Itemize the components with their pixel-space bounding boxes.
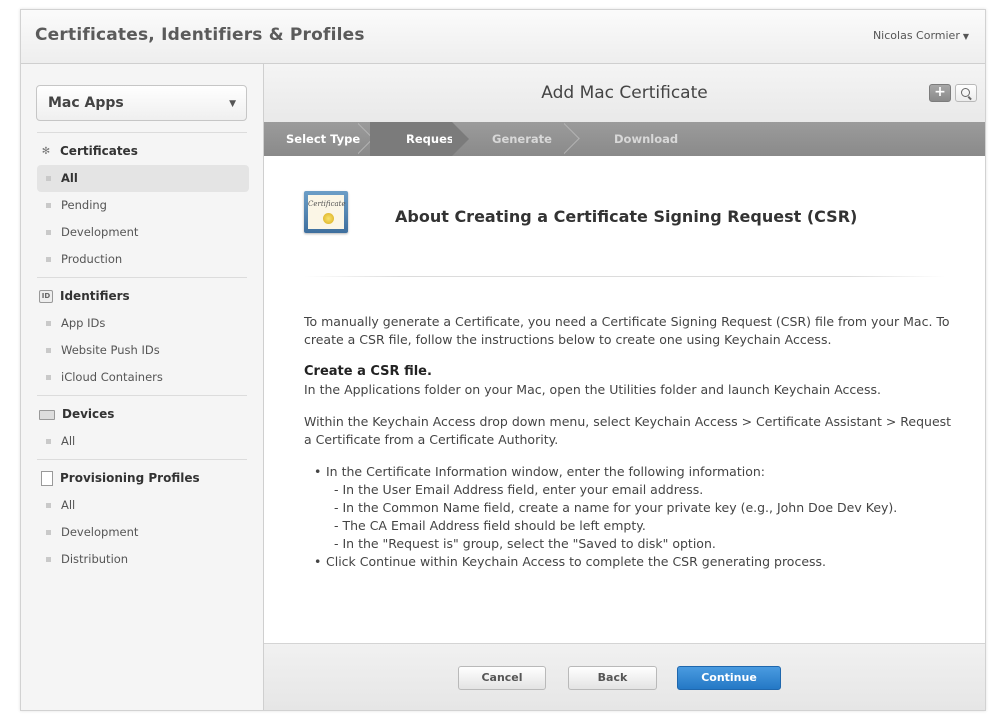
search-icon [961, 88, 970, 97]
add-button[interactable]: + [929, 84, 951, 102]
sidebar-item-label: Development [61, 525, 139, 539]
user-name: Nicolas Cormier [872, 29, 960, 42]
continue-button[interactable]: Continue [677, 666, 781, 690]
plus-icon: + [934, 84, 946, 100]
main-panel: Add Mac Certificate + Select Type Reques… [264, 64, 985, 710]
back-button[interactable]: Back [568, 666, 657, 690]
sidebar-item-label: Production [61, 252, 123, 266]
sub-item: - The CA Email Address field should be l… [334, 518, 646, 533]
sidebar-section-label: Certificates [60, 144, 138, 158]
sidebar-section-provisioning-profiles[interactable]: Provisioning Profiles [21, 464, 263, 492]
seal-icon [323, 213, 334, 224]
sidebar-item-website-push-ids[interactable]: Website Push IDs [37, 337, 249, 364]
step-request: Request [370, 122, 469, 156]
document-icon [41, 471, 53, 486]
sidebar-item-label: All [61, 171, 78, 185]
sub-item: - In the Common Name field, create a nam… [334, 500, 898, 515]
content-area: Certificate About Creating a Certificate… [264, 156, 985, 644]
sidebar-item-app-ids[interactable]: App IDs [37, 310, 249, 337]
bullet-icon [46, 348, 51, 353]
bullet-icon [46, 176, 51, 181]
sidebar-nav: ✻ Certificates All Pending Development Pr… [21, 132, 263, 573]
bullet-icon [46, 530, 51, 535]
sidebar-section-label: Devices [62, 407, 115, 421]
content-heading: About Creating a Certificate Signing Req… [395, 207, 858, 226]
bullet-icon [46, 321, 51, 326]
bullet-icon [46, 557, 51, 562]
sidebar-item-devices-all[interactable]: All [37, 428, 249, 455]
sidebar-section-label: Identifiers [60, 289, 130, 303]
sidebar-item-label: Pending [61, 198, 107, 212]
app-window: Certificates, Identifiers & Profiles Nic… [20, 9, 986, 711]
menu-paragraph: Within the Keychain Access drop down men… [304, 414, 952, 447]
sidebar-item-profiles-development[interactable]: Development [37, 519, 249, 546]
sidebar-item-certificates-all[interactable]: All [37, 165, 249, 192]
device-icon [39, 409, 55, 420]
sidebar-section-devices[interactable]: Devices [21, 400, 263, 428]
step-select-type: Select Type [264, 122, 370, 156]
sidebar-item-label: All [61, 498, 76, 512]
bullet-icon [46, 439, 51, 444]
top-bar: Certificates, Identifiers & Profiles Nic… [21, 10, 985, 64]
sidebar-item-label: All [61, 434, 76, 448]
certificate-icon: Certificate [304, 191, 348, 233]
certificate-text: Certificate [308, 195, 346, 229]
user-menu[interactable]: Nicolas Cormier ▼ [873, 29, 969, 42]
bullet-icon [46, 257, 51, 262]
list-item-text: In the Certificate Information window, e… [326, 464, 766, 479]
cancel-button[interactable]: Cancel [458, 666, 546, 690]
sub-item: - In the User Email Address field, enter… [334, 482, 704, 497]
instruction-list: In the Certificate Information window, e… [304, 463, 961, 571]
list-item: In the Certificate Information window, e… [314, 463, 961, 481]
bullet-icon [46, 203, 51, 208]
sidebar-item-icloud-containers[interactable]: iCloud Containers [37, 364, 249, 391]
bullet-icon [46, 375, 51, 380]
sidebar-item-label: iCloud Containers [61, 370, 163, 384]
sidebar-item-label: Development [61, 225, 139, 239]
bullet-icon [46, 230, 51, 235]
sidebar-item-label: App IDs [61, 316, 106, 330]
list-item: Click Continue within Keychain Access to… [314, 553, 961, 571]
platform-dropdown-value: Mac Apps [48, 95, 124, 111]
section-paragraph: In the Applications folder on your Mac, … [304, 382, 881, 397]
step-generate: Generate [452, 122, 576, 156]
search-button[interactable] [955, 84, 977, 102]
sidebar: Mac Apps ▼ ✻ Certificates All Pending Dev… [21, 64, 264, 710]
sidebar-section-certificates[interactable]: ✻ Certificates [21, 137, 263, 165]
sidebar-item-production[interactable]: Production [37, 246, 249, 273]
page-title: Add Mac Certificate [541, 83, 708, 103]
bullet-icon [46, 503, 51, 508]
step-label: Download [614, 132, 679, 146]
list-item-text: Click Continue within Keychain Access to… [326, 554, 827, 569]
step-label: Select Type [286, 132, 361, 146]
sidebar-item-label: Website Push IDs [61, 343, 160, 357]
sidebar-item-label: Distribution [61, 552, 129, 566]
certificate-icon: ✻ [41, 145, 51, 157]
instructions: To manually generate a Certificate, you … [304, 313, 961, 571]
sub-item: - In the "Request is" group, select the … [334, 536, 716, 551]
sidebar-section-identifiers[interactable]: ID Identifiers [21, 282, 263, 310]
sidebar-item-development[interactable]: Development [37, 219, 249, 246]
intro-paragraph: To manually generate a Certificate, you … [304, 314, 950, 347]
main-header: Add Mac Certificate + [264, 64, 985, 122]
step-download: Download [576, 122, 704, 156]
id-badge-icon: ID [39, 290, 53, 303]
sidebar-item-pending[interactable]: Pending [37, 192, 249, 219]
chevron-down-icon: ▼ [229, 99, 236, 109]
chevron-down-icon: ▼ [962, 32, 969, 41]
divider [304, 276, 945, 277]
section-heading: Create a CSR file. [304, 364, 432, 379]
sidebar-section-label: Provisioning Profiles [60, 471, 200, 485]
sidebar-item-profiles-distribution[interactable]: Distribution [37, 546, 249, 573]
platform-dropdown[interactable]: Mac Apps ▼ [36, 85, 247, 121]
sidebar-item-profiles-all[interactable]: All [37, 492, 249, 519]
step-progress-bar: Select Type Request Generate Download [264, 122, 985, 156]
app-title: Certificates, Identifiers & Profiles [35, 25, 365, 45]
footer-actions: Cancel Back Continue [264, 643, 985, 710]
step-label: Generate [492, 132, 552, 146]
